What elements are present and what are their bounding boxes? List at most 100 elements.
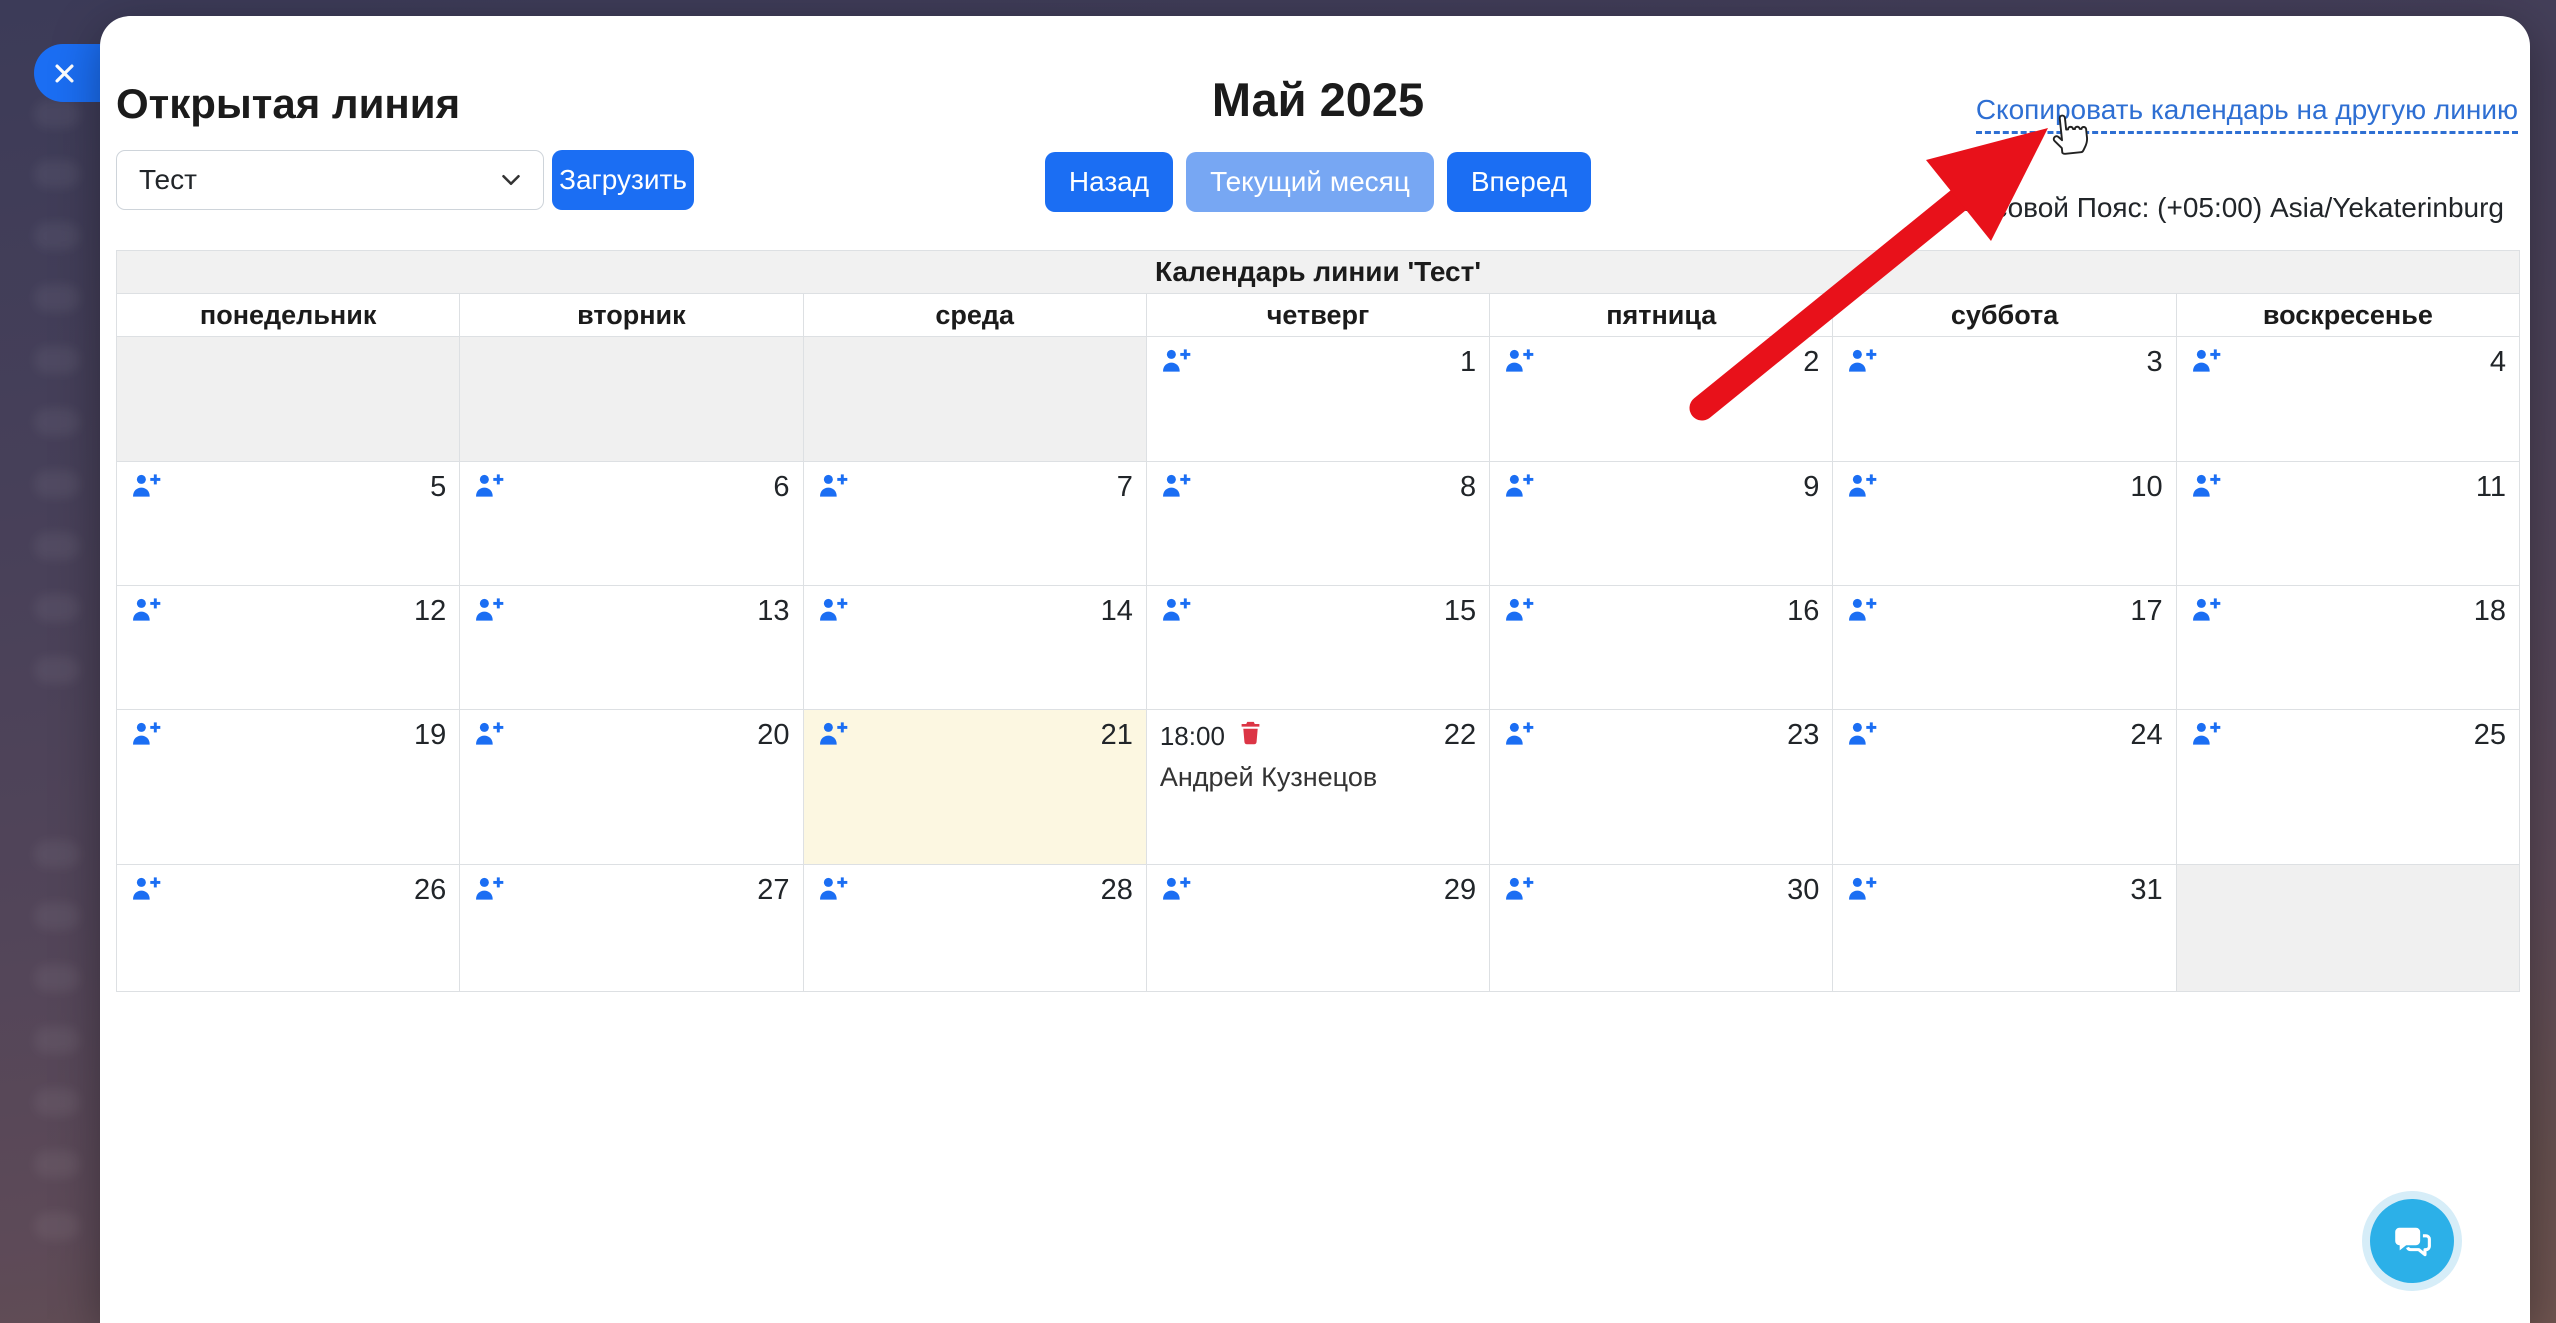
weekday-header: понедельник [117, 294, 460, 337]
add-person-button[interactable] [1160, 595, 1193, 626]
add-person-button[interactable] [1846, 346, 1879, 377]
day-number: 9 [1803, 471, 1819, 504]
add-person-button[interactable] [1846, 595, 1879, 626]
calendar-day-cell[interactable]: 18 [2176, 586, 2519, 710]
add-person-button[interactable] [473, 471, 506, 502]
calendar-day-cell[interactable]: 15 [1146, 586, 1489, 710]
add-person-button[interactable] [817, 874, 850, 905]
person-add-icon [473, 595, 506, 626]
calendar-empty-cell [2176, 865, 2519, 992]
calendar-day-cell[interactable]: 29 [1146, 865, 1489, 992]
person-add-icon [1160, 874, 1193, 905]
add-person-button[interactable] [1160, 874, 1193, 905]
calendar-day-cell[interactable]: 20 [460, 710, 803, 865]
add-person-button[interactable] [1503, 471, 1536, 502]
calendar-week-row: 1234 [117, 337, 2520, 462]
calendar-empty-cell [803, 337, 1146, 462]
calendar-day-cell[interactable]: 19 [117, 710, 460, 865]
person-add-icon [1160, 595, 1193, 626]
calendar-day-cell[interactable]: 26 [117, 865, 460, 992]
calendar-day-cell[interactable]: 11 [2176, 462, 2519, 586]
add-person-button[interactable] [130, 719, 163, 750]
add-person-button[interactable] [2190, 471, 2223, 502]
timezone-label: Часовой Пояс: (+05:00) Asia/Yekaterinbur… [1959, 192, 2504, 224]
person-add-icon [2190, 346, 2223, 377]
calendar-caption: Календарь линии 'Тест' [117, 251, 2520, 294]
calendar-day-cell[interactable]: 23 [1490, 710, 1833, 865]
calendar-day-cell[interactable]: 2218:00Андрей Кузнецов [1146, 710, 1489, 865]
calendar-day-cell[interactable]: 30 [1490, 865, 1833, 992]
calendar-day-cell[interactable]: 4 [2176, 337, 2519, 462]
add-person-button[interactable] [1846, 719, 1879, 750]
calendar-day-cell[interactable]: 13 [460, 586, 803, 710]
current-month-button[interactable]: Текущий месяц [1186, 152, 1434, 212]
prev-month-button[interactable]: Назад [1045, 152, 1173, 212]
day-number: 29 [1444, 874, 1476, 907]
add-person-button[interactable] [2190, 346, 2223, 377]
calendar-empty-cell [117, 337, 460, 462]
person-add-icon [1160, 346, 1193, 377]
day-number: 7 [1117, 471, 1133, 504]
calendar-day-cell[interactable]: 10 [1833, 462, 2176, 586]
calendar-day-cell[interactable]: 24 [1833, 710, 2176, 865]
trash-icon[interactable] [1237, 718, 1264, 747]
calendar-day-cell[interactable]: 8 [1146, 462, 1489, 586]
add-person-button[interactable] [473, 719, 506, 750]
add-person-button[interactable] [473, 874, 506, 905]
add-person-button[interactable] [817, 471, 850, 502]
calendar-day-cell[interactable]: 21 [803, 710, 1146, 865]
calendar-day-cell[interactable]: 1 [1146, 337, 1489, 462]
calendar-day-cell[interactable]: 6 [460, 462, 803, 586]
add-person-button[interactable] [1503, 874, 1536, 905]
add-person-button[interactable] [817, 595, 850, 626]
calendar-day-cell[interactable]: 12 [117, 586, 460, 710]
calendar-day-cell[interactable]: 2 [1490, 337, 1833, 462]
person-add-icon [130, 719, 163, 750]
next-month-button[interactable]: Вперед [1447, 152, 1591, 212]
person-add-icon [473, 719, 506, 750]
add-person-button[interactable] [1503, 346, 1536, 377]
calendar-day-cell[interactable]: 3 [1833, 337, 2176, 462]
delete-event-button[interactable] [1237, 718, 1264, 754]
calendar-day-cell[interactable]: 16 [1490, 586, 1833, 710]
add-person-button[interactable] [1846, 471, 1879, 502]
calendar-day-cell[interactable]: 17 [1833, 586, 2176, 710]
calendar-day-cell[interactable]: 7 [803, 462, 1146, 586]
add-person-button[interactable] [473, 595, 506, 626]
calendar-week-row: 12131415161718 [117, 586, 2520, 710]
blurred-sidebar-item [34, 902, 80, 930]
day-number: 20 [757, 719, 789, 752]
add-person-button[interactable] [1503, 719, 1536, 750]
calendar-day-cell[interactable]: 5 [117, 462, 460, 586]
calendar-week-row: 56 78 9 1011 [117, 462, 2520, 586]
calendar-day-cell[interactable]: 9 [1490, 462, 1833, 586]
add-person-button[interactable] [130, 595, 163, 626]
person-add-icon [1846, 719, 1879, 750]
screen: Открытая линия Тест Загрузить Май 2025 Н… [0, 0, 2556, 1323]
blurred-sidebar-item [34, 100, 80, 128]
blurred-sidebar-item [34, 346, 80, 374]
add-person-button[interactable] [2190, 595, 2223, 626]
add-person-button[interactable] [1503, 595, 1536, 626]
person-add-icon [817, 719, 850, 750]
add-person-button[interactable] [1160, 346, 1193, 377]
person-add-icon [1503, 595, 1536, 626]
add-person-button[interactable] [817, 719, 850, 750]
calendar-day-cell[interactable]: 27 [460, 865, 803, 992]
calendar-day-cell[interactable]: 14 [803, 586, 1146, 710]
calendar-day-cell[interactable]: 28 [803, 865, 1146, 992]
calendar-day-cell[interactable]: 31 [1833, 865, 2176, 992]
add-person-button[interactable] [1846, 874, 1879, 905]
copy-calendar-link[interactable]: Скопировать календарь на другую линию [1976, 94, 2518, 134]
add-person-button[interactable] [1160, 471, 1193, 502]
calendar-day-cell[interactable]: 25 [2176, 710, 2519, 865]
day-number: 1 [1460, 346, 1476, 379]
add-person-button[interactable] [2190, 719, 2223, 750]
chat-widget-button[interactable] [2362, 1191, 2462, 1291]
add-person-button[interactable] [130, 874, 163, 905]
add-person-button[interactable] [130, 471, 163, 502]
person-add-icon [1503, 874, 1536, 905]
day-number: 19 [414, 719, 446, 752]
blurred-sidebar-item [34, 656, 80, 684]
weekday-header-row: понедельниквторниксредачетвергпятницасуб… [117, 294, 2520, 337]
